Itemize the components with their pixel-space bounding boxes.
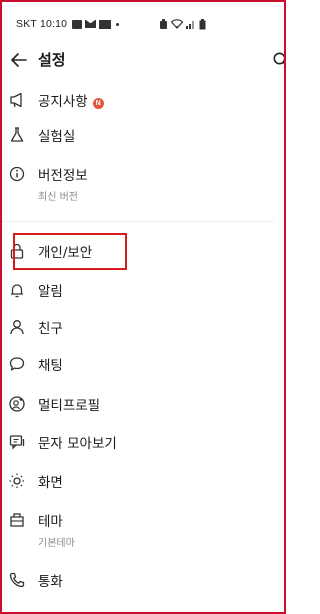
theme-label: 테마: [38, 514, 63, 530]
menu-item-chat[interactable]: 채팅: [2, 346, 274, 382]
more-notifications-icon: [116, 22, 120, 26]
new-badge: N: [92, 98, 104, 109]
settings-header: 설정: [2, 40, 284, 80]
menu-item-lab[interactable]: 실험실: [2, 117, 274, 153]
menu-item-sms[interactable]: 문자 모아보기: [2, 424, 274, 460]
alarm-status-icon: [160, 18, 167, 29]
partial-label: 기타: [38, 608, 63, 612]
status-carrier-time: SKT 10:10: [16, 18, 68, 30]
selection-highlight: [13, 233, 127, 270]
section-divider: [2, 221, 274, 222]
arrow-left-icon: [11, 53, 27, 67]
menu-item-theme[interactable]: 테마 기본테마: [2, 502, 274, 552]
lab-label: 실험실: [38, 129, 76, 145]
menu-item-friends[interactable]: 친구: [2, 309, 274, 345]
version-status: 최신 버전: [38, 192, 78, 203]
chat-bubble-icon: [8, 355, 26, 373]
chat-label: 채팅: [38, 358, 63, 374]
notice-label: 공지사항: [38, 94, 88, 110]
flask-icon: [8, 126, 26, 144]
notification-icons: [72, 19, 120, 29]
menu-item-label: 공지사항 N: [38, 90, 104, 110]
display-label: 화면: [38, 475, 63, 491]
menu-item-partial[interactable]: 기타: [2, 600, 274, 612]
alarm-label: 알림: [38, 284, 63, 300]
news-icon: [99, 19, 112, 29]
call-label: 통화: [38, 574, 63, 590]
menu-item-version[interactable]: 버전정보 최신 버전: [2, 156, 274, 206]
back-button[interactable]: [8, 50, 30, 70]
megaphone-icon: [8, 91, 26, 109]
menu-item-multiprofile[interactable]: 멀티프로필: [2, 386, 274, 422]
message-icon: [72, 19, 83, 29]
app-frame: SKT 10:10 설정 공지사항 N 실험실 버전정보 최신 버전 개인/보안…: [0, 0, 286, 614]
status-bar: SKT 10:10: [16, 16, 274, 32]
menu-item-notice[interactable]: 공지사항 N: [2, 82, 274, 118]
battery-icon: [199, 18, 206, 29]
person-icon: [8, 318, 26, 336]
multiprofile-label: 멀티프로필: [38, 398, 101, 414]
wifi-icon: [171, 19, 183, 29]
version-label: 버전정보: [38, 168, 88, 184]
bell-icon: [8, 281, 26, 299]
message-collection-icon: [8, 433, 26, 451]
signal-icon: [186, 21, 194, 29]
theme-icon: [8, 511, 26, 529]
info-icon: [8, 165, 26, 183]
search-icon: [273, 52, 284, 65]
page-title: 설정: [38, 51, 66, 69]
profile-add-icon: [8, 395, 26, 413]
search-button[interactable]: [272, 51, 284, 69]
system-icons: [159, 16, 206, 32]
friends-label: 친구: [38, 321, 63, 337]
sms-label: 문자 모아보기: [38, 436, 117, 452]
mail-icon: [85, 20, 97, 28]
menu-item-display[interactable]: 화면: [2, 463, 274, 499]
menu-item-alarm[interactable]: 알림: [2, 272, 274, 308]
menu-item-call[interactable]: 통화: [2, 562, 274, 598]
theme-current: 기본테마: [38, 538, 75, 549]
brightness-icon: [8, 472, 26, 490]
phone-icon: [8, 571, 26, 589]
